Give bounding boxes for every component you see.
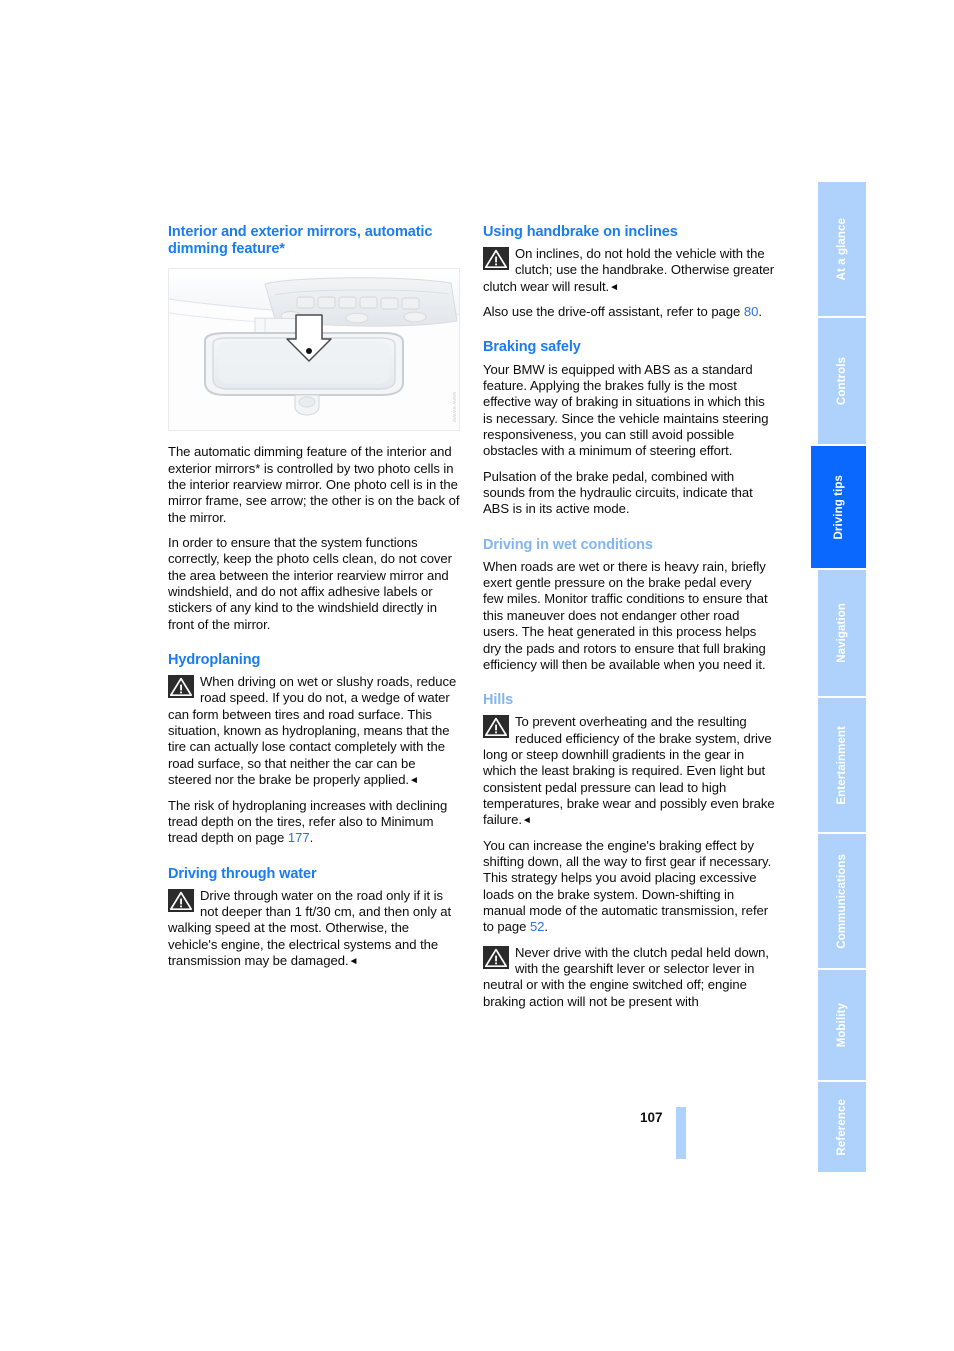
end-marker-icon: ◄: [348, 956, 359, 968]
warning-triangle-icon: [168, 888, 194, 912]
chapter-tab-controls[interactable]: Controls: [818, 318, 866, 444]
chapter-tab-at-a-glance[interactable]: At a glance: [818, 182, 866, 316]
chapter-tab-driving-tips[interactable]: Driving tips: [811, 446, 866, 568]
paragraph-mirrors-description: The automatic dimming feature of the int…: [168, 444, 460, 525]
chapter-tab-label: Navigation: [836, 603, 848, 663]
heading-driving-in-wet-conditions: Driving in wet conditions: [483, 536, 653, 553]
page-reference-80[interactable]: 80: [744, 304, 759, 319]
warning-triangle-icon: [483, 945, 509, 969]
paragraph-braking-pulsation: Pulsation of the brake pedal, combined w…: [483, 468, 753, 517]
heading-interior-exterior-mirrors: Interior and exterior mirrors, automatic…: [168, 224, 433, 258]
chapter-tab-label: Mobility: [836, 1002, 848, 1048]
figure-credit: WWW-BWWW: [452, 391, 457, 423]
page-reference-177[interactable]: 177: [288, 830, 310, 845]
chapter-tab-label: Entertainment: [836, 725, 848, 805]
engine-brake-text-pre: You can increase the engine's braking ef…: [483, 837, 772, 935]
page-number: 107: [640, 1110, 663, 1125]
warning-clutch-text: Never drive with the clutch pedal held d…: [483, 944, 769, 1009]
paragraph-braking-abs: Your BMW is equipped with ABS as a stand…: [483, 361, 769, 459]
paragraph-hydroplaning-tread: The risk of hydroplaning increases with …: [168, 798, 460, 847]
chapter-tab-entertainment[interactable]: Entertainment: [818, 698, 866, 832]
driveoff-text-post: .: [758, 304, 762, 320]
chapter-tab-communications[interactable]: Communications: [818, 834, 866, 968]
right-text-column: Using handbrake on inclines On inclines,…: [483, 224, 775, 1010]
chapter-tab-reference[interactable]: Reference: [818, 1082, 866, 1172]
heading-using-handbrake-on-inclines: Using handbrake on inclines: [483, 224, 678, 240]
warning-triangle-icon: [483, 715, 509, 739]
manual-page: Interior and exterior mirrors, automatic…: [0, 0, 954, 1351]
warning-handbrake: On inclines, do not hold the vehicle wit…: [483, 246, 775, 295]
chapter-tab-label: Communications: [836, 853, 848, 949]
warning-triangle-icon: [483, 247, 509, 271]
driveoff-text-pre: Also use the drive-off assistant, refer …: [483, 304, 744, 320]
chapter-tab-label: At a glance: [836, 217, 848, 281]
heading-hydroplaning: Hydroplaning: [168, 652, 261, 668]
page-reference-52[interactable]: 52: [530, 919, 545, 934]
left-text-column: Interior and exterior mirrors, automatic…: [168, 224, 460, 969]
warning-driving-through-water: Drive through water on the road only if …: [168, 888, 460, 970]
warning-handbrake-text: On inclines, do not hold the vehicle wit…: [483, 246, 775, 294]
heading-braking-safely: Braking safely: [483, 339, 581, 356]
chapter-tab-label: Reference: [836, 1098, 848, 1156]
photo-cell-marker: [306, 348, 312, 355]
paragraph-wet-conditions: When roads are wet or there is heavy rai…: [483, 558, 768, 672]
warning-hills: To prevent overheating and the resulting…: [483, 714, 775, 828]
chapter-tab-navigation[interactable]: Navigation: [818, 570, 866, 696]
paragraph-drive-off-assistant: Also use the drive-off assistant, refer …: [483, 304, 775, 320]
chapter-tab-strip: At a glance Controls Driving tips Navigatio…: [811, 182, 866, 1172]
engine-brake-text-post: .: [544, 919, 548, 935]
chapter-tab-mobility[interactable]: Mobility: [818, 970, 866, 1080]
paragraph-engine-braking: You can increase the engine's braking ef…: [483, 838, 775, 936]
warning-hydroplaning-text: When driving on wet or slushy roads, red…: [168, 674, 457, 788]
warning-water-text: Drive through water on the road only if …: [168, 887, 452, 969]
end-marker-icon: ◄: [609, 281, 619, 293]
figure-rearview-mirror: WWW-BWWW: [168, 268, 460, 432]
warning-clutch-neutral: Never drive with the clutch pedal held d…: [483, 945, 775, 1010]
paragraph-mirrors-care: In order to ensure that the system funct…: [168, 534, 452, 632]
end-marker-icon: ◄: [409, 775, 419, 787]
tread-text-post: .: [309, 830, 314, 846]
chapter-tab-label: Controls: [836, 356, 848, 406]
rearview-mirror-illustration: [169, 269, 459, 431]
chapter-tab-label: Driving tips: [832, 474, 845, 540]
heading-hills: Hills: [483, 692, 514, 709]
page-number-bar: [676, 1107, 686, 1159]
heading-driving-through-water: Driving through water: [168, 865, 317, 882]
warning-triangle-icon: [168, 675, 194, 699]
end-marker-icon: ◄: [521, 815, 532, 827]
warning-hydroplaning: When driving on wet or slushy roads, red…: [168, 674, 460, 788]
warning-hills-text: To prevent overheating and the resulting…: [483, 714, 775, 828]
